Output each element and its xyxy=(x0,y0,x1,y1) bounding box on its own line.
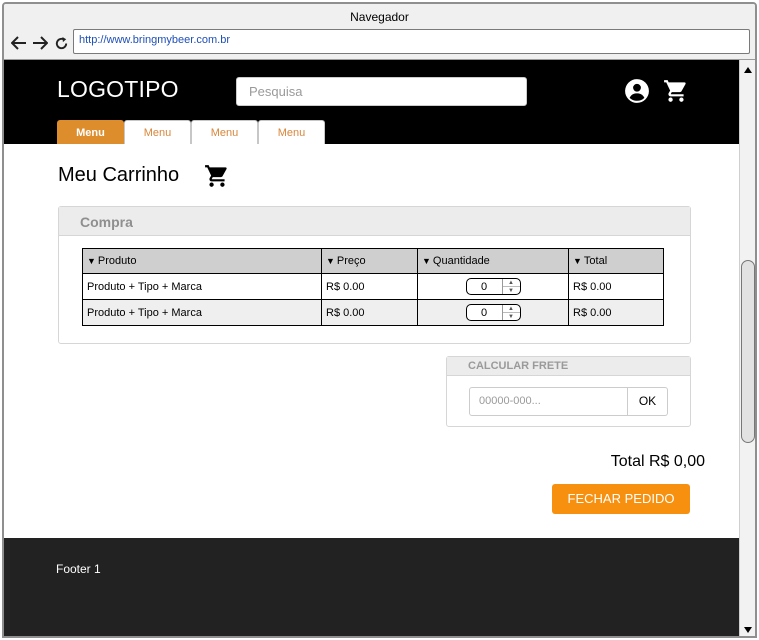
quantity-stepper[interactable]: 0 ▲ ▼ xyxy=(465,278,521,295)
window-title: Navegador xyxy=(350,10,409,24)
cart-panel: Compra ▼ Produto ▼ Preço ▼ Quantidade ▼ Tota… xyxy=(58,206,691,344)
total-cell: R$ 0.00 xyxy=(568,273,664,300)
product-cell: Produto + Tipo + Marca xyxy=(82,273,322,300)
ok-button[interactable]: OK xyxy=(627,387,668,416)
sort-down-icon: ▼ xyxy=(573,256,582,266)
column-header-quantidade[interactable]: ▼ Quantidade xyxy=(417,248,569,274)
menu-tab-3[interactable]: Menu xyxy=(191,120,258,144)
total-cell: R$ 0.00 xyxy=(568,299,664,326)
table-header-row: ▼ Produto ▼ Preço ▼ Quantidade ▼ Total xyxy=(82,248,664,274)
quantity-value[interactable]: 0 xyxy=(467,307,502,319)
forward-arrow-icon[interactable] xyxy=(31,34,49,52)
sort-down-icon: ▼ xyxy=(422,256,431,266)
cart-table: ▼ Produto ▼ Preço ▼ Quantidade ▼ Total Produ… xyxy=(82,248,664,326)
cep-input[interactable]: 00000-000... xyxy=(469,387,628,416)
logo[interactable]: LOGOTIPO xyxy=(57,76,179,103)
checkout-button[interactable]: FECHAR PEDIDO xyxy=(552,484,690,514)
sort-down-icon: ▼ xyxy=(87,256,96,266)
price-cell: R$ 0.00 xyxy=(321,273,418,300)
reload-icon[interactable] xyxy=(52,34,70,52)
column-header-produto[interactable]: ▼ Produto xyxy=(82,248,322,274)
sort-down-icon: ▼ xyxy=(326,256,335,266)
quantity-cell: 0 ▲ ▼ xyxy=(417,299,569,326)
menu-tab-4[interactable]: Menu xyxy=(258,120,325,144)
menu-tab-2[interactable]: Menu xyxy=(124,120,191,144)
vertical-scrollbar[interactable] xyxy=(739,60,755,636)
cart-icon xyxy=(204,163,230,189)
cart-icon[interactable] xyxy=(663,78,689,104)
quantity-value[interactable]: 0 xyxy=(467,281,502,293)
table-row: Produto + Tipo + Marca R$ 0.00 0 ▲ ▼ R$ 0… xyxy=(82,273,664,300)
decrement-icon[interactable]: ▼ xyxy=(503,287,520,294)
search-input[interactable]: Pesquisa xyxy=(236,77,527,106)
shipping-panel: CALCULAR FRETE 00000-000... OK xyxy=(446,356,691,427)
scrollbar-thumb[interactable] xyxy=(741,260,755,443)
quantity-cell: 0 ▲ ▼ xyxy=(417,273,569,300)
site-footer: Footer 1 xyxy=(4,538,739,636)
site-header: LOGOTIPO Pesquisa Menu Menu Menu Menu xyxy=(4,60,739,144)
increment-icon[interactable]: ▲ xyxy=(502,305,520,313)
footer-text: Footer 1 xyxy=(56,562,101,576)
column-header-total[interactable]: ▼ Total xyxy=(568,248,664,274)
browser-window: Navegador http://www.bringmybeer.com.br … xyxy=(2,2,757,638)
price-cell: R$ 0.00 xyxy=(321,299,418,326)
column-header-preco[interactable]: ▼ Preço xyxy=(321,248,418,274)
order-total: Total R$ 0,00 xyxy=(610,453,705,470)
scroll-down-icon[interactable] xyxy=(740,622,755,636)
user-circle-icon[interactable] xyxy=(624,78,650,104)
quantity-stepper[interactable]: 0 ▲ ▼ xyxy=(465,304,521,321)
page-title: Meu Carrinho xyxy=(58,164,180,186)
increment-icon[interactable]: ▲ xyxy=(502,279,520,287)
back-arrow-icon[interactable] xyxy=(10,34,28,52)
product-cell: Produto + Tipo + Marca xyxy=(82,299,322,326)
table-row: Produto + Tipo + Marca R$ 0.00 0 ▲ ▼ R$ 0… xyxy=(82,299,664,326)
decrement-icon[interactable]: ▼ xyxy=(503,313,520,320)
scroll-up-icon[interactable] xyxy=(740,62,755,78)
menu-tab-1[interactable]: Menu xyxy=(57,120,124,144)
browser-chrome: Navegador http://www.bringmybeer.com.br xyxy=(4,4,755,60)
shipping-panel-title: CALCULAR FRETE xyxy=(447,357,690,376)
menu-tabs: Menu Menu Menu Menu xyxy=(57,120,325,144)
url-bar[interactable]: http://www.bringmybeer.com.br xyxy=(73,29,750,54)
cart-panel-title: Compra xyxy=(59,207,690,236)
